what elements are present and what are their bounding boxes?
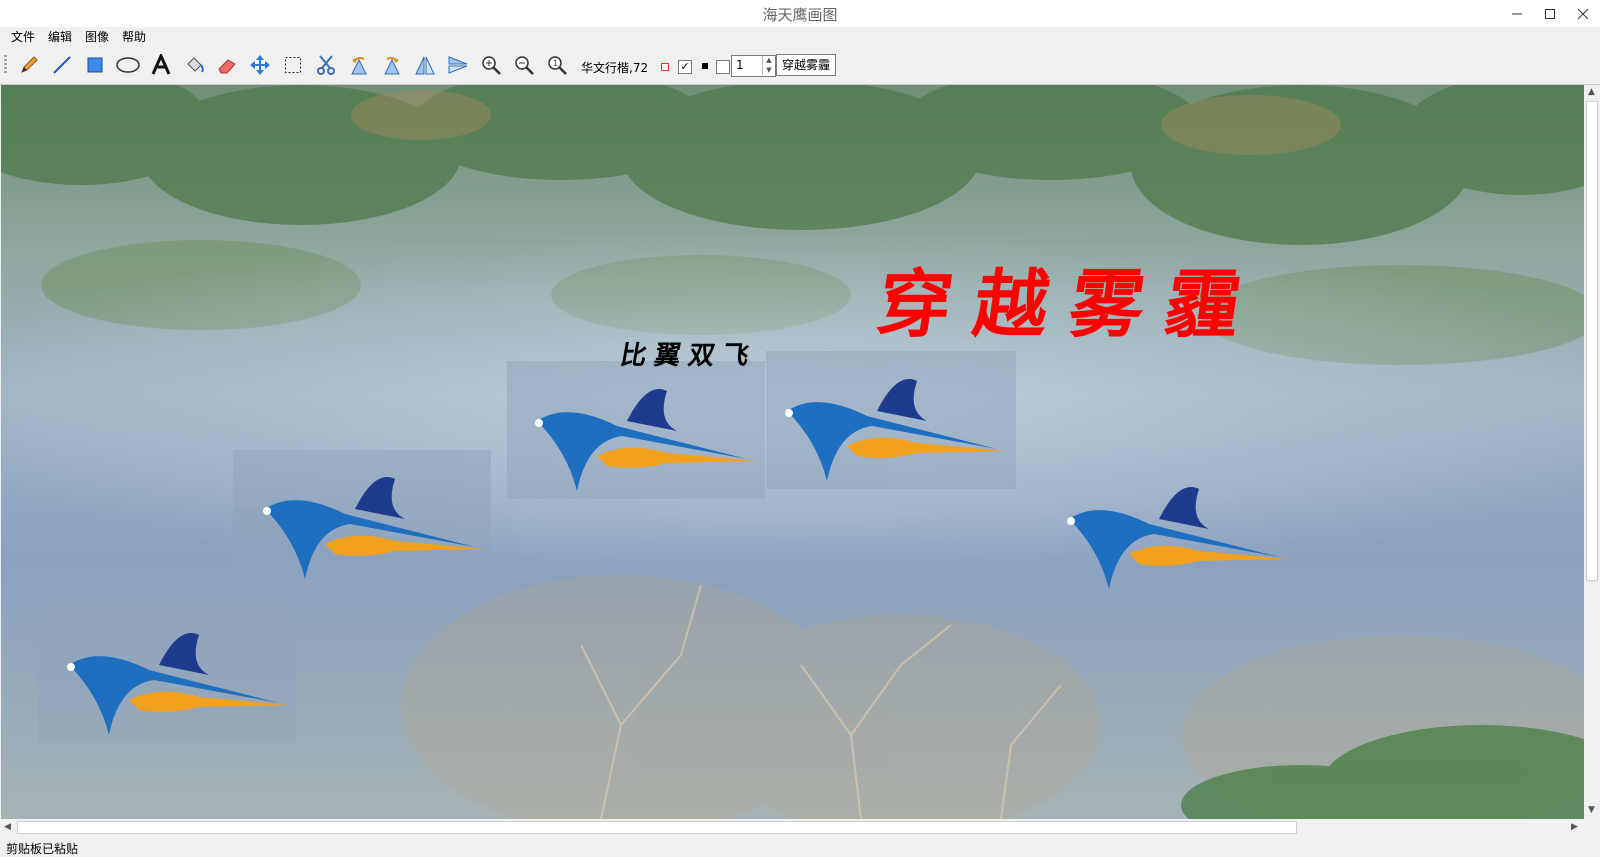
rotate-left-icon [351, 57, 367, 75]
zoom-in-tool[interactable] [478, 52, 504, 78]
rotate-right-icon [384, 57, 400, 75]
title-bar: 海天鹰画图 [0, 0, 1600, 27]
border-checkbox[interactable]: ✓ [678, 60, 692, 74]
flip-vertical-icon [448, 56, 468, 74]
horizontal-scroll-thumb[interactable] [17, 821, 1297, 834]
spin-up-icon[interactable]: ▲ [762, 56, 775, 65]
rectangle-tool[interactable] [82, 52, 108, 78]
fill-color-swatch[interactable] [702, 63, 708, 69]
cut-tool[interactable] [313, 52, 339, 78]
maximize-button[interactable] [1533, 0, 1566, 27]
parrot-pair-5 [67, 633, 289, 735]
close-icon [1577, 8, 1588, 19]
canvas-title-text: 穿越雾霾 [872, 262, 1269, 348]
select-tool[interactable] [280, 52, 306, 78]
line-width-spinner[interactable]: 1 ▲ ▼ [731, 55, 776, 77]
zoom-original-icon: 1 [548, 56, 567, 75]
status-text: 剪贴板已粘贴 [6, 842, 79, 856]
vertical-scroll-thumb[interactable] [1586, 101, 1598, 581]
parrot-pair-4 [1067, 487, 1289, 589]
drawing-canvas[interactable]: 穿越雾霾 比翼双飞 [1, 85, 1584, 819]
scroll-left-icon[interactable]: ◀ [4, 822, 11, 832]
flip-horizontal-tool[interactable] [412, 52, 438, 78]
scroll-down-icon[interactable]: ▼ [1588, 805, 1595, 815]
text-icon [151, 54, 171, 75]
status-bar: 剪贴板已粘贴 [0, 837, 1600, 857]
zoom-in-icon [482, 56, 501, 75]
rotate-left-tool[interactable] [346, 52, 372, 78]
fill-tool[interactable] [181, 52, 207, 78]
scroll-up-icon[interactable]: ▲ [1588, 87, 1595, 97]
select-icon [285, 57, 301, 73]
zoom-out-tool[interactable] [511, 52, 537, 78]
toolbar-grip[interactable] [4, 55, 7, 75]
svg-text:1: 1 [553, 59, 558, 68]
horizontal-scrollbar[interactable]: ◀ ▶ [1, 819, 1584, 836]
menu-help[interactable]: 帮助 [122, 28, 146, 45]
cut-icon [317, 55, 335, 75]
text-input-button[interactable]: 穿越雾霾 [776, 54, 836, 76]
spin-down-icon[interactable]: ▼ [762, 66, 775, 75]
flip-vertical-tool[interactable] [445, 52, 471, 78]
rectangle-icon [87, 57, 103, 73]
rotate-right-tool[interactable] [379, 52, 405, 78]
eraser-icon [218, 59, 236, 74]
parrot-pair-2 [785, 379, 1007, 481]
border-color-swatch[interactable] [661, 63, 669, 71]
zoom-out-icon [515, 56, 534, 75]
canvas-caption-text: 比翼双飞 [617, 341, 760, 371]
move-tool[interactable] [247, 52, 273, 78]
parrot-pair-1 [535, 389, 757, 491]
line-icon [53, 56, 71, 74]
zoom-original-tool[interactable]: 1 [544, 52, 570, 78]
vertical-scrollbar[interactable]: ▲ ▼ [1584, 85, 1600, 819]
move-icon [250, 55, 270, 75]
fill-bucket-icon [187, 57, 204, 73]
line-width-value[interactable]: 1 [736, 58, 744, 72]
minimize-button[interactable] [1500, 0, 1533, 27]
eraser-tool[interactable] [214, 52, 240, 78]
window-title: 海天鹰画图 [762, 6, 838, 24]
menu-image[interactable]: 图像 [85, 28, 109, 45]
maximize-icon [1544, 8, 1555, 19]
font-selector[interactable]: 华文行楷,72 [581, 59, 648, 76]
text-tool[interactable] [148, 52, 174, 78]
ellipse-tool[interactable] [115, 52, 141, 78]
ellipse-icon [116, 57, 140, 73]
pencil-icon [21, 56, 38, 73]
scroll-right-icon[interactable]: ▶ [1571, 822, 1578, 832]
menu-edit[interactable]: 编辑 [48, 28, 72, 45]
toolbar: 1 华文行楷,72 ✓ 1 ▲ ▼ 穿越雾霾 [0, 46, 1600, 85]
line-tool[interactable] [49, 52, 75, 78]
pencil-tool[interactable] [16, 52, 42, 78]
fill-checkbox[interactable] [716, 60, 730, 74]
close-button[interactable] [1566, 0, 1599, 27]
parrot-pair-3 [263, 477, 485, 579]
flip-horizontal-icon [415, 56, 435, 75]
menu-file[interactable]: 文件 [11, 28, 35, 45]
menu-bar: 文件 编辑 图像 帮助 [0, 27, 1600, 45]
minimize-icon [1511, 13, 1522, 14]
